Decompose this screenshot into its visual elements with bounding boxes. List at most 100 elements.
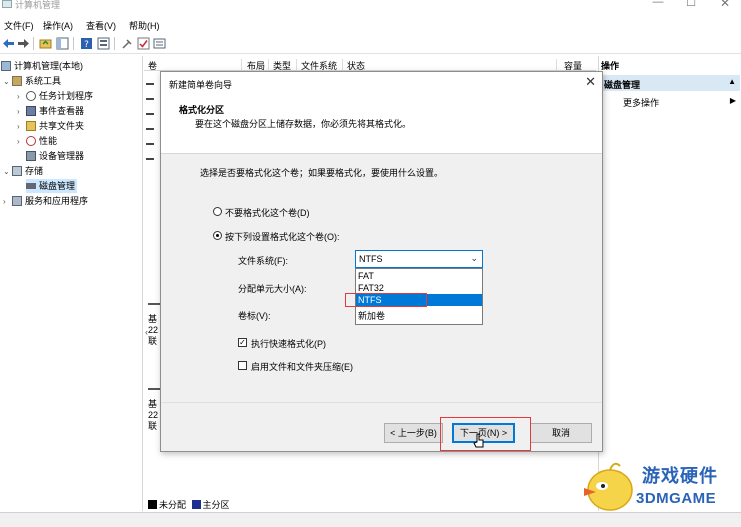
wizard-heading: 格式化分区 — [179, 105, 225, 115]
chevron-right-icon[interactable]: › — [3, 197, 12, 206]
view-list-icon[interactable] — [153, 37, 166, 50]
chevron-right-icon[interactable]: › — [17, 92, 26, 101]
new-simple-volume-wizard: 新建简单卷向导 ✕ 格式化分区 要在这个磁盘分区上储存数据，你必须先将其格式化。… — [160, 71, 603, 452]
collapse-up-icon[interactable]: ▲ — [728, 77, 736, 86]
tree-item-performance[interactable]: › 性能 — [17, 134, 57, 148]
up-folder-icon[interactable] — [39, 37, 52, 50]
chick-mascot-icon — [584, 462, 633, 511]
minimize-button[interactable]: — — [643, 0, 673, 12]
volume-row[interactable] — [146, 76, 154, 85]
check-icon[interactable] — [137, 37, 150, 50]
column-layout[interactable]: 布局 — [245, 59, 269, 71]
chevron-right-icon[interactable]: › — [17, 137, 26, 146]
filesystem-value: NTFS — [359, 254, 383, 264]
wizard-subheading: 要在这个磁盘分区上储存数据，你必须先将其格式化。 — [195, 119, 412, 129]
chevron-down-icon[interactable]: ⌄ — [3, 77, 12, 86]
toolbar: ? — [0, 34, 741, 54]
hand-cursor-icon — [473, 433, 484, 448]
tree-item-shared-folders[interactable]: › 共享文件夹 — [17, 119, 84, 133]
more-actions-link[interactable]: 更多操作 — [623, 96, 659, 109]
volume-row[interactable] — [146, 136, 154, 145]
volume-row[interactable] — [146, 121, 154, 130]
properties-icon[interactable] — [97, 37, 110, 50]
event-viewer-icon — [26, 106, 36, 116]
filesystem-dropdown[interactable]: NTFS ⌄ — [355, 250, 483, 268]
column-status[interactable]: 状态 — [345, 59, 557, 71]
column-capacity[interactable]: 容量 — [562, 59, 594, 71]
quick-format-checkbox[interactable]: ✓ — [238, 338, 247, 347]
volume-row[interactable] — [146, 106, 154, 115]
wizard-footer: < 上一步(B) 下一页(N) > 取消 — [161, 402, 602, 451]
chevron-down-icon[interactable]: ⌄ — [3, 167, 12, 176]
toolbar-separator — [114, 37, 115, 50]
tree-item-device-manager[interactable]: 设备管理器 — [26, 149, 84, 163]
disk-legend: 未分配 主分区 — [148, 498, 230, 511]
column-volume[interactable]: 卷 — [146, 59, 242, 71]
filesystem-label: 文件系统(F): — [238, 256, 288, 266]
navigation-tree: 计算机管理(本地) ⌄ 系统工具 › 任务计划程序 › 事件查看器 › 共享文件夹 › 性… — [0, 56, 143, 511]
cancel-button[interactable]: 取消 — [530, 423, 592, 443]
watermark-logo: 游戏硬件 3DMGAME — [580, 456, 741, 516]
legend-primary-label: 主分区 — [202, 500, 230, 510]
back-arrow-icon[interactable] — [2, 37, 15, 50]
format-label[interactable]: 按下列设置格式化这个卷(O): — [225, 230, 340, 243]
column-type[interactable]: 类型 — [271, 59, 297, 71]
close-button[interactable]: ✕ — [710, 0, 740, 12]
services-icon — [12, 196, 22, 206]
volume-row[interactable] — [146, 151, 154, 160]
back-button[interactable]: < 上一步(B) — [384, 423, 443, 443]
submenu-arrow-icon[interactable]: ▶ — [730, 96, 736, 105]
actions-pane: 操作 磁盘管理 ▲ 更多操作 ▶ — [598, 56, 741, 511]
filesystem-option-fat[interactable]: FAT — [356, 270, 482, 282]
tree-item-storage[interactable]: ⌄ 存储 — [3, 164, 43, 178]
no-format-radio[interactable] — [213, 207, 222, 216]
tree-item-storage-label: 存储 — [25, 166, 44, 176]
compression-checkbox[interactable] — [238, 361, 247, 370]
tree-item-task-scheduler[interactable]: › 任务计划程序 — [17, 89, 93, 103]
menu-bar: 文件(F) 操作(A) 查看(V) 帮助(H) — [0, 16, 741, 33]
legend-unallocated-label: 未分配 — [159, 500, 187, 510]
menu-file[interactable]: 文件(F) — [4, 19, 34, 32]
menu-help[interactable]: 帮助(H) — [129, 19, 160, 32]
no-format-label[interactable]: 不要格式化这个卷(D) — [225, 206, 310, 219]
volume-row[interactable] — [146, 91, 154, 100]
tree-item-performance-label: 性能 — [39, 136, 58, 146]
tree-item-system-tools[interactable]: ⌄ 系统工具 — [3, 74, 61, 88]
tree-item-services-apps[interactable]: › 服务和应用程序 — [3, 194, 88, 208]
tree-item-device-manager-label: 设备管理器 — [39, 151, 85, 161]
actions-header: 操作 — [601, 61, 620, 71]
quick-format-label[interactable]: 执行快速格式化(P) — [251, 337, 326, 350]
tree-item-shared-folders-label: 共享文件夹 — [39, 121, 85, 131]
chevron-right-icon[interactable]: › — [17, 107, 26, 116]
performance-icon — [26, 136, 36, 146]
ntfs-highlight-box — [345, 293, 427, 307]
menu-action[interactable]: 操作(A) — [43, 19, 73, 32]
format-radio[interactable] — [213, 231, 222, 240]
volume-label-field-peek: 新加卷 — [356, 311, 482, 324]
column-filesystem[interactable]: 文件系统 — [299, 59, 343, 71]
tree-item-root[interactable]: 计算机管理(本地) — [1, 59, 83, 73]
maximize-button[interactable]: ☐ — [676, 0, 706, 12]
primary-partition-swatch — [191, 500, 201, 509]
compression-label[interactable]: 启用文件和文件夹压缩(E) — [251, 360, 353, 373]
actions-section-label: 磁盘管理 — [604, 80, 641, 90]
chevron-right-icon[interactable]: › — [17, 122, 26, 131]
show-hide-tree-icon[interactable] — [56, 37, 69, 50]
wizard-close-button[interactable]: ✕ — [585, 74, 596, 90]
chevron-down-icon[interactable]: ⌄ — [470, 253, 478, 264]
connect-icon[interactable] — [121, 37, 134, 50]
actions-section-disk-management[interactable]: 磁盘管理 ▲ — [601, 75, 740, 91]
tree-item-disk-management[interactable]: 磁盘管理 — [26, 179, 78, 193]
forward-arrow-icon[interactable] — [17, 37, 30, 50]
help-icon[interactable]: ? — [80, 37, 93, 50]
watermark-text-en: 3DMGAME — [636, 490, 717, 507]
allocation-unit-label: 分配单元大小(A): — [238, 284, 307, 294]
volume-label-label: 卷标(V): — [238, 311, 271, 321]
toolbar-separator — [73, 37, 74, 50]
menu-view[interactable]: 查看(V) — [86, 19, 116, 32]
svg-text:?: ? — [84, 40, 89, 50]
toolbar-separator — [33, 37, 34, 50]
volume-list-header: 卷 布局 类型 文件系统 状态 容量 — [144, 58, 596, 71]
tree-item-event-viewer[interactable]: › 事件查看器 — [17, 104, 84, 118]
clock-icon — [26, 91, 36, 101]
